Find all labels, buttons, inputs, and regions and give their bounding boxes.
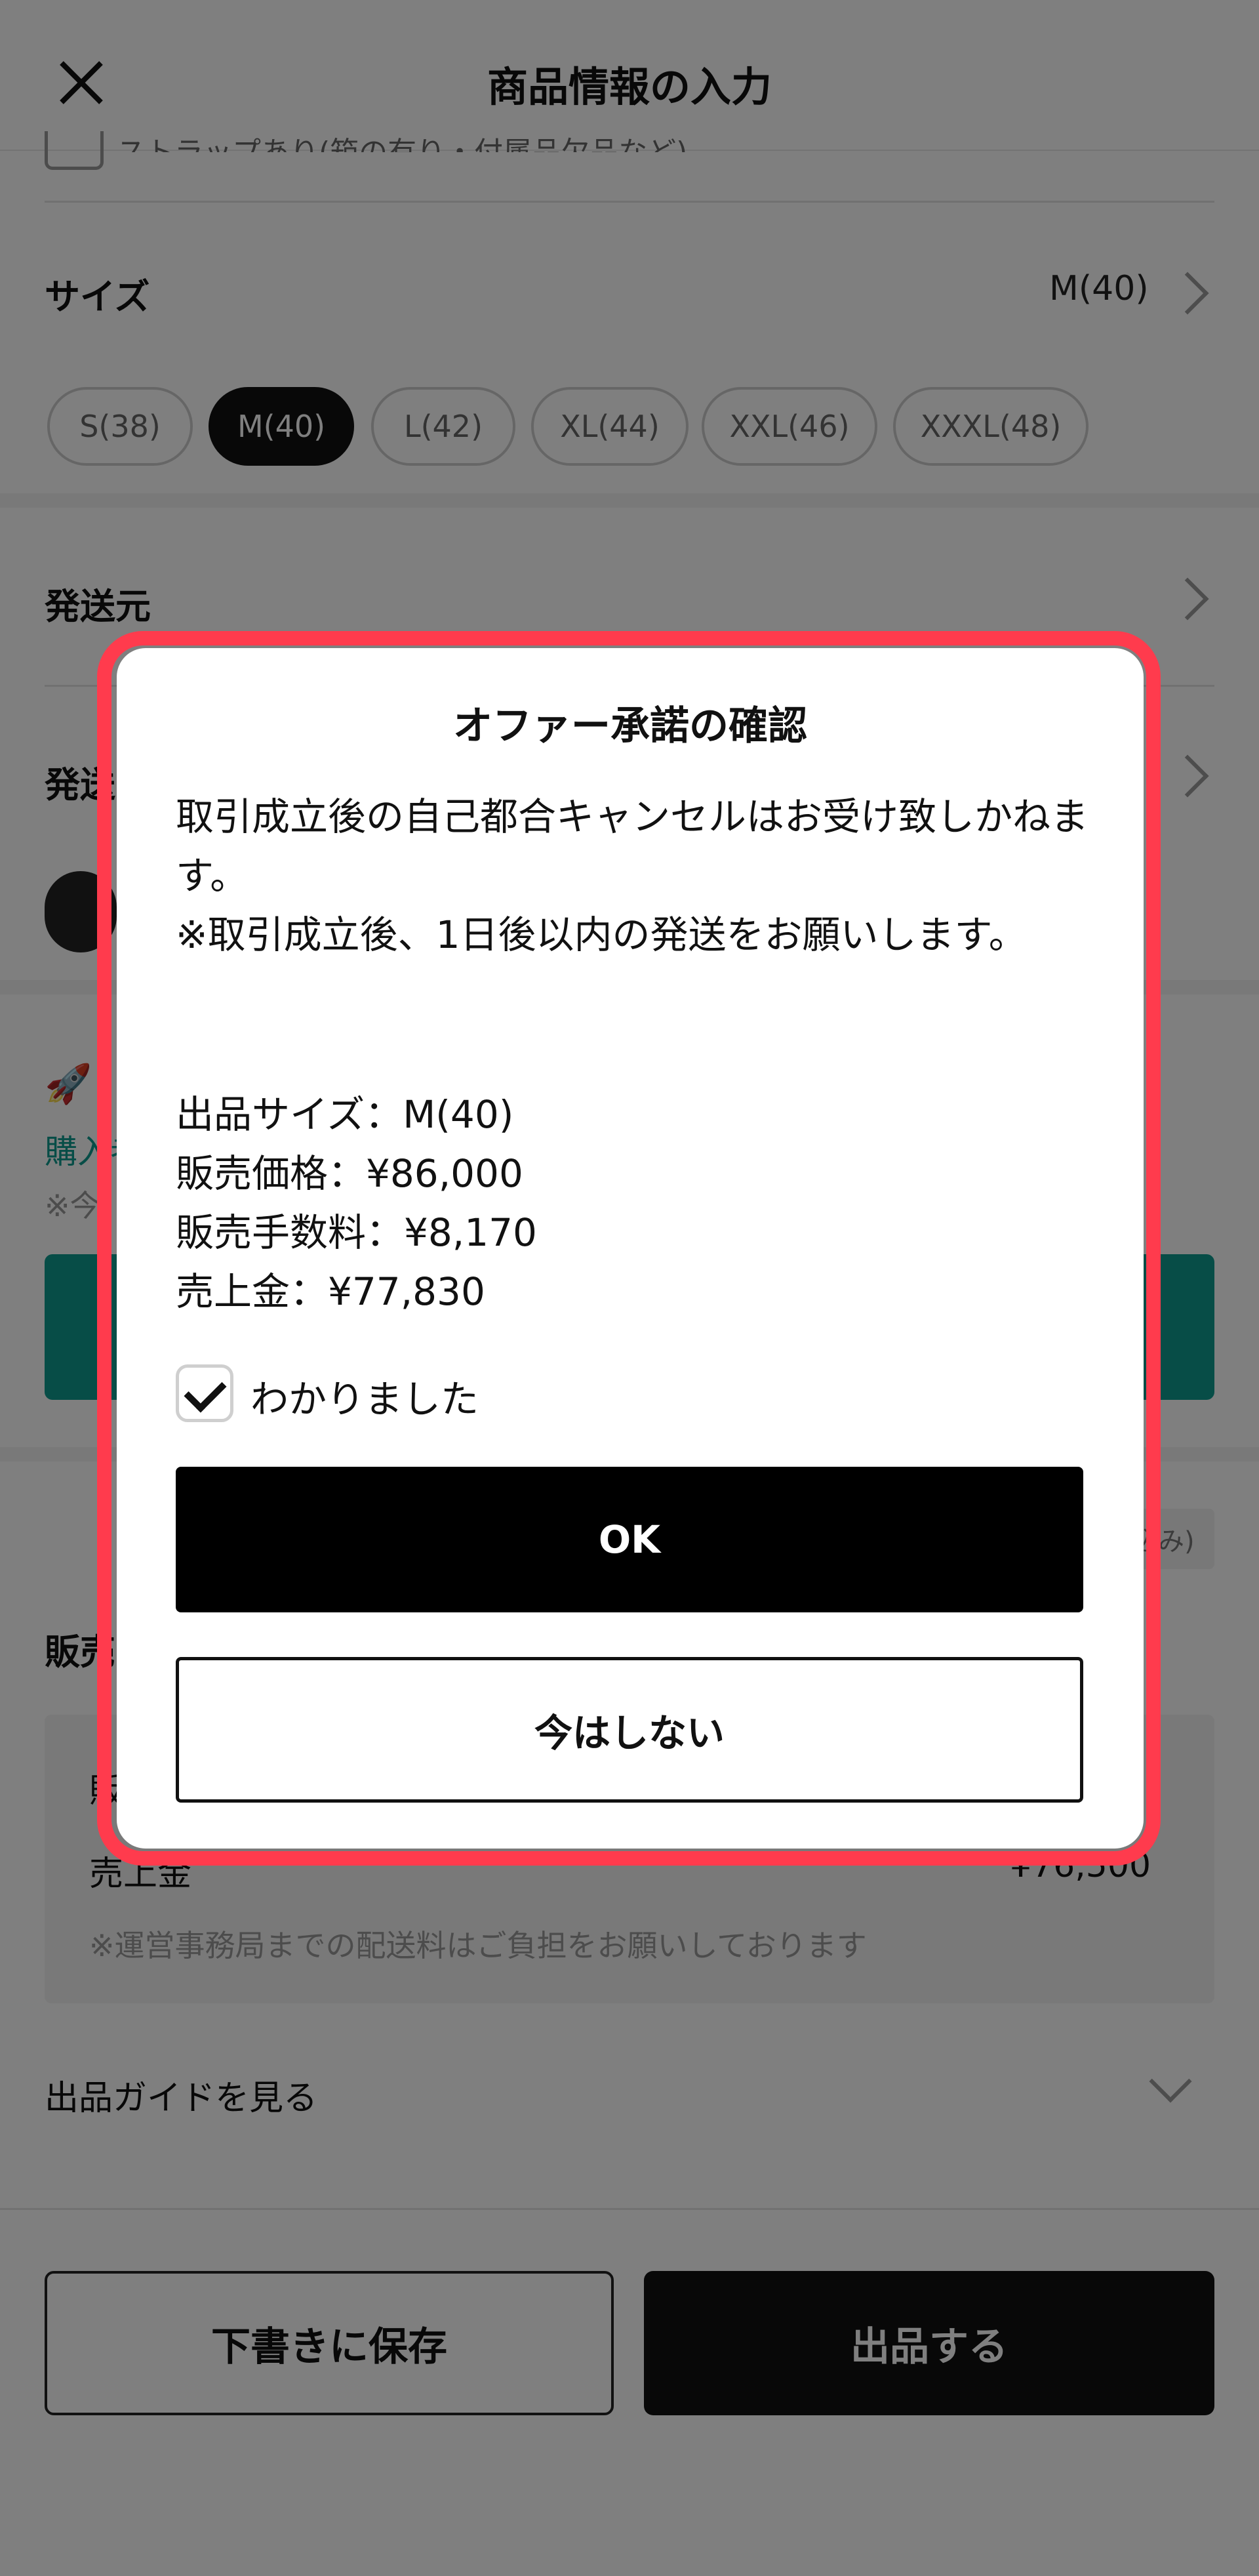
summary-size: 出品サイズ：M(40)	[176, 1092, 514, 1137]
acknowledge-label[interactable]: わかりました	[250, 1368, 479, 1423]
dialog-title: オファー承諾の確認	[453, 703, 807, 749]
summary-price: 販売価格：¥86,000	[176, 1151, 523, 1196]
not-now-button[interactable]: 今はしない	[176, 1657, 1083, 1803]
dialog-summary: 出品サイズ：M(40) 販売価格：¥86,000 販売手数料：¥8,170 売上…	[176, 1085, 1094, 1321]
acknowledge-checkbox[interactable]	[176, 1364, 233, 1422]
summary-fee: 販売手数料：¥8,170	[176, 1210, 537, 1255]
dialog-body-text: 取引成立後の自己都合キャンセルはお受け致しかねます。 ※取引成立後、1日後以内の…	[176, 794, 1089, 957]
ok-button[interactable]: OK	[176, 1467, 1083, 1612]
checkmark-icon	[184, 1370, 227, 1413]
summary-proceeds: 売上金：¥77,830	[176, 1269, 485, 1314]
